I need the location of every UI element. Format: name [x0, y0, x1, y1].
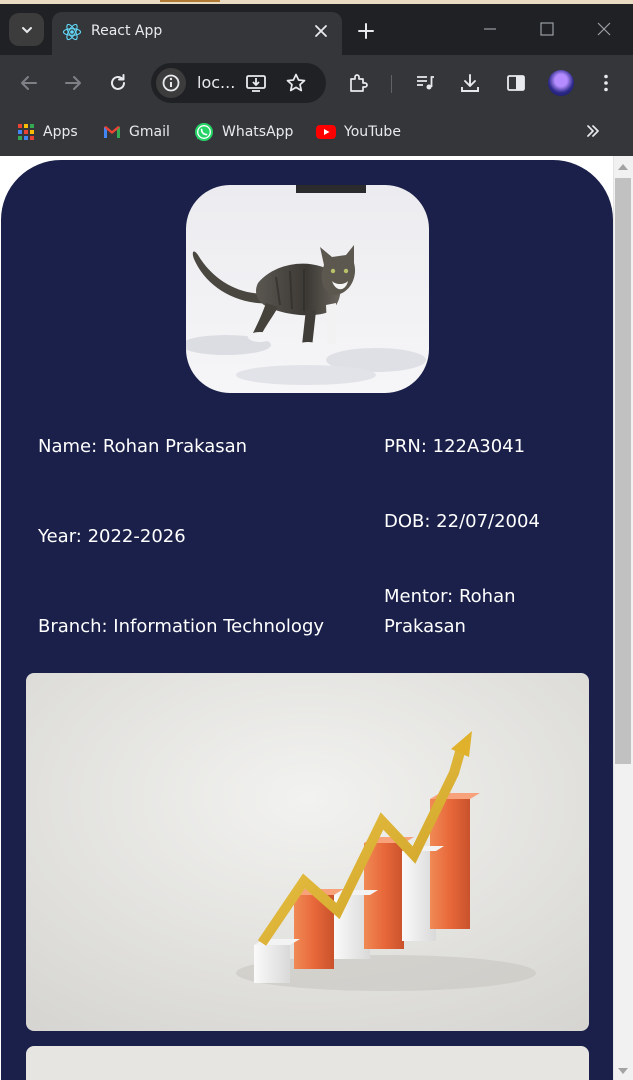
gmail-icon: [104, 126, 120, 138]
extensions-puzzle-icon[interactable]: [347, 72, 369, 94]
student-mentor-line-1: Mentor: Rohan: [384, 586, 516, 607]
student-branch: Branch: Information Technology: [38, 616, 325, 637]
whatsapp-icon: [195, 123, 213, 141]
minimize-icon[interactable]: [481, 20, 499, 38]
bookmarks-bar: Apps Gmail WhatsApp YouTube: [0, 112, 633, 150]
scrollbar-thumb[interactable]: [615, 178, 631, 764]
maximize-icon[interactable]: [538, 20, 556, 38]
student-mentor-line-2: Prakasan: [384, 616, 466, 637]
student-prn: PRN: 122A3041: [384, 436, 526, 457]
youtube-icon: [316, 125, 336, 139]
browser-title-bar: React App: [0, 0, 633, 55]
bookmarks-overflow-icon[interactable]: [585, 123, 601, 139]
bookmark-star-icon[interactable]: [285, 72, 307, 94]
bookmark-apps[interactable]: Apps: [17, 122, 78, 142]
profile-avatar[interactable]: [548, 70, 574, 96]
student-year: Year: 2022-2026: [38, 526, 186, 547]
next-section-card: [26, 1046, 589, 1080]
scroll-down-arrow-icon[interactable]: [618, 1068, 628, 1074]
close-window-icon[interactable]: [595, 20, 613, 38]
url-text: loc...: [197, 73, 236, 92]
back-arrow-icon[interactable]: [18, 72, 40, 94]
student-mentor: Mentor: Rohan Prakasan: [384, 582, 516, 642]
profile-card: Name: Rohan Prakasan PRN: 122A3041 Year:…: [1, 160, 613, 1080]
reload-icon[interactable]: [107, 72, 129, 94]
student-dob: DOB: 22/07/2004: [384, 511, 540, 532]
address-bar[interactable]: loc...: [151, 63, 326, 103]
student-name: Name: Rohan Prakasan: [38, 436, 248, 457]
tab-title: React App: [91, 23, 163, 39]
install-app-icon[interactable]: [245, 72, 267, 94]
desktop-strip: [0, 0, 633, 4]
active-tab[interactable]: React App: [52, 12, 342, 55]
growth-chart-image: [26, 673, 589, 1031]
toolbar-divider: [391, 75, 392, 93]
bookmark-apps-label: Apps: [43, 124, 78, 140]
cat-in-snow-image: [186, 185, 429, 393]
bookmark-whatsapp-label: WhatsApp: [222, 124, 294, 140]
tab-search-button[interactable]: [9, 13, 44, 46]
bookmark-youtube[interactable]: YouTube: [316, 122, 401, 142]
scroll-up-arrow-icon[interactable]: [618, 164, 628, 170]
more-menu-icon[interactable]: [595, 72, 617, 94]
react-logo-icon: [62, 23, 82, 41]
forward-arrow-icon[interactable]: [62, 72, 84, 94]
new-tab-icon[interactable]: [355, 20, 377, 42]
site-info-button[interactable]: [156, 68, 186, 98]
apps-grid-icon: [18, 124, 34, 140]
desktop-strip-mark: [160, 0, 220, 2]
bookmark-gmail[interactable]: Gmail: [103, 122, 170, 142]
info-icon: [162, 74, 180, 92]
bookmark-whatsapp[interactable]: WhatsApp: [194, 122, 293, 142]
side-panel-icon[interactable]: [505, 72, 527, 94]
bookmark-gmail-label: Gmail: [129, 124, 170, 140]
media-control-icon[interactable]: [414, 72, 436, 94]
page-viewport: Name: Rohan Prakasan PRN: 122A3041 Year:…: [0, 156, 633, 1080]
download-icon[interactable]: [459, 72, 481, 94]
growth-bars-illustration: [26, 673, 589, 1031]
close-tab-icon[interactable]: [312, 22, 330, 40]
bookmark-youtube-label: YouTube: [344, 124, 401, 140]
chevron-down-icon: [21, 26, 32, 33]
browser-toolbar: loc...: [0, 55, 633, 112]
profile-photo: [186, 185, 429, 393]
